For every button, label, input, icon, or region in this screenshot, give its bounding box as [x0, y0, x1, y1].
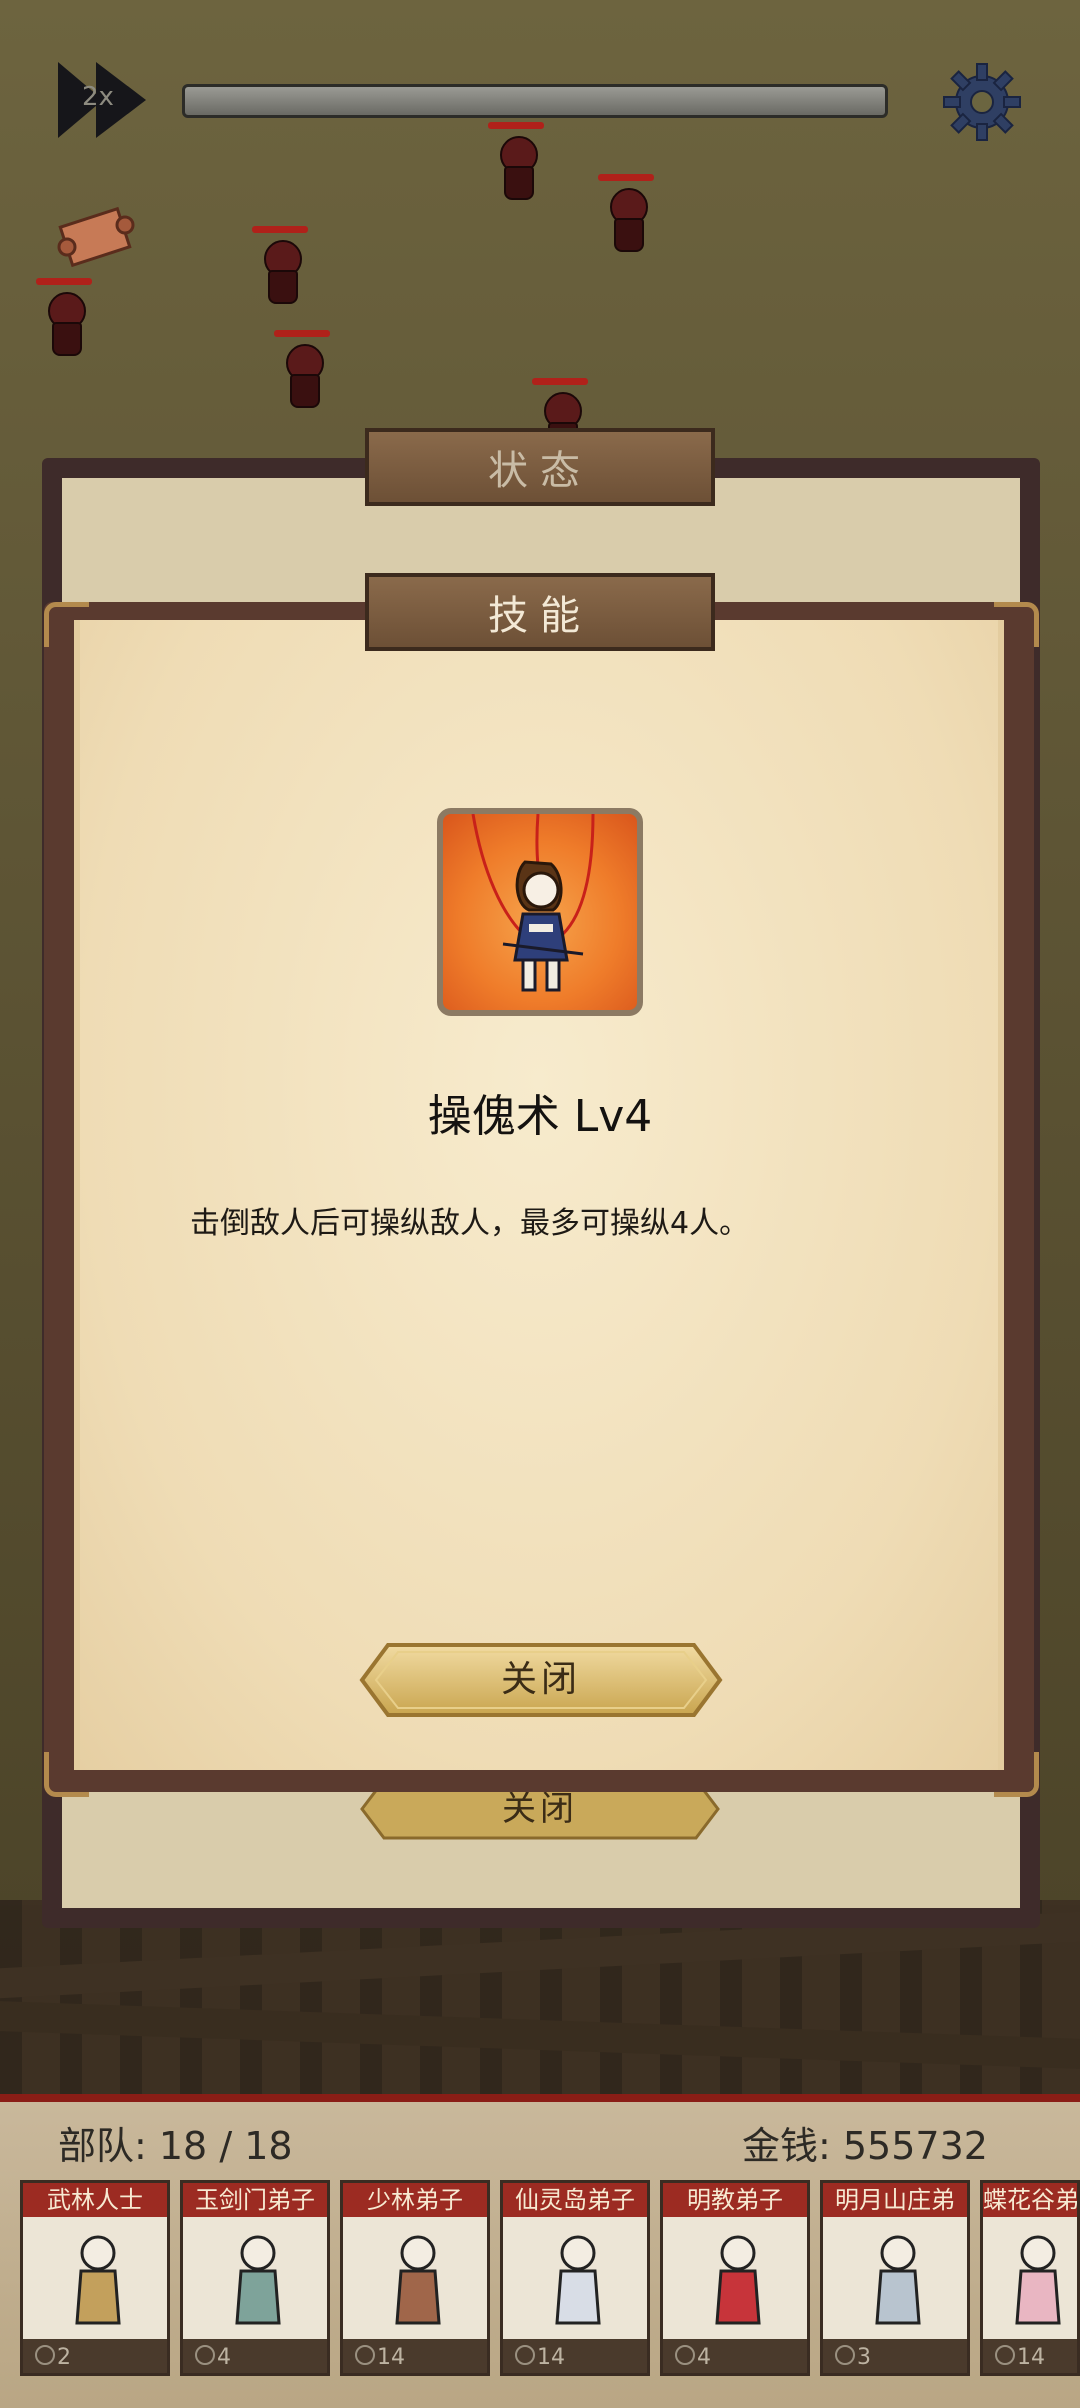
unit-portrait — [1015, 2235, 1061, 2325]
unit-cost: 4 — [697, 2345, 711, 2370]
enemy-unit — [596, 174, 656, 254]
unit-name: 仙灵岛弟子 — [503, 2183, 647, 2217]
unit-portrait — [395, 2235, 441, 2325]
unit-card[interactable]: 武林人士 2 — [20, 2180, 170, 2376]
tab-skill[interactable]: 技能 — [365, 573, 715, 651]
unit-name: 玉剑门弟子 — [183, 2183, 327, 2217]
coin-icon — [35, 2345, 55, 2365]
unit-card[interactable]: 少林弟子 14 — [340, 2180, 490, 2376]
unit-portrait — [715, 2235, 761, 2325]
unit-card[interactable]: 仙灵岛弟子 14 — [500, 2180, 650, 2376]
unit-card[interactable]: 明教弟子 4 — [660, 2180, 810, 2376]
wave-progress-bar — [182, 84, 888, 118]
unit-name: 明月山庄弟 — [823, 2183, 967, 2217]
enemy-unit — [34, 278, 94, 358]
close-button[interactable]: 关闭 — [358, 1642, 724, 1718]
coin-icon — [835, 2345, 855, 2365]
unit-card[interactable]: 玉剑门弟子 4 — [180, 2180, 330, 2376]
corner-ornament — [44, 1752, 89, 1797]
troop-count: 部队: 18 / 18 — [58, 2124, 293, 2168]
unit-portrait — [555, 2235, 601, 2325]
skill-panel — [74, 620, 1004, 1770]
unit-name: 明教弟子 — [663, 2183, 807, 2217]
coin-icon — [995, 2345, 1015, 2365]
unit-name: 蝶花谷弟 — [983, 2183, 1077, 2217]
unit-card[interactable]: 蝶花谷弟 14 — [980, 2180, 1080, 2376]
corner-ornament — [44, 602, 89, 647]
speed-label: 2x — [82, 82, 114, 112]
enemy-unit — [486, 122, 546, 202]
unit-portrait — [875, 2235, 921, 2325]
unit-card[interactable]: 明月山庄弟 3 — [820, 2180, 970, 2376]
corner-ornament — [994, 602, 1039, 647]
unit-cost: 2 — [57, 2345, 71, 2370]
coin-icon — [675, 2345, 695, 2365]
coin-icon — [515, 2345, 535, 2365]
settings-button[interactable] — [942, 62, 1022, 142]
unit-cost: 14 — [1017, 2345, 1045, 2370]
unit-name: 少林弟子 — [343, 2183, 487, 2217]
wooden-fence — [0, 1900, 1080, 2100]
coin-icon — [195, 2345, 215, 2365]
close-label: 关闭 — [500, 1659, 581, 1700]
skill-name: 操傀术 Lv4 — [427, 1091, 653, 1142]
coin-icon — [355, 2345, 375, 2365]
enemy-unit — [272, 330, 332, 410]
gold-amount: 金钱: 555732 — [742, 2124, 988, 2168]
unit-portrait — [75, 2235, 121, 2325]
unit-portrait — [235, 2235, 281, 2325]
unit-name: 武林人士 — [23, 2183, 167, 2217]
corner-ornament — [994, 1752, 1039, 1797]
unit-cost: 14 — [537, 2345, 565, 2370]
unit-cost: 14 — [377, 2345, 405, 2370]
puppet-skill-icon — [437, 808, 643, 1016]
unit-cost: 4 — [217, 2345, 231, 2370]
gear-icon — [943, 63, 1021, 141]
scroll-icon[interactable] — [55, 205, 140, 270]
tab-status[interactable]: 状态 — [365, 428, 715, 506]
enemy-unit — [250, 226, 310, 306]
unit-cost: 3 — [857, 2345, 871, 2370]
skill-description: 击倒敌人后可操纵敌人，最多可操纵4人。 — [190, 1206, 750, 1241]
